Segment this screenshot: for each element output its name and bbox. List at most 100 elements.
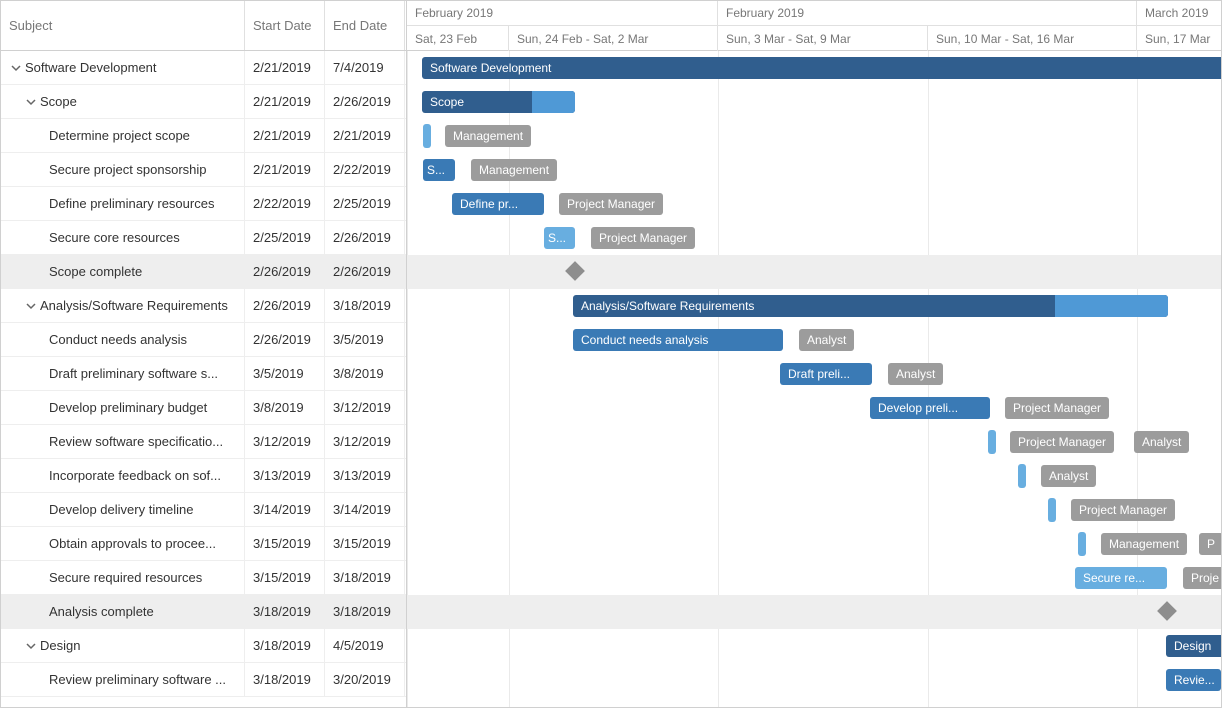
- summary-bar[interactable]: Analysis/Software Requirements: [573, 295, 1168, 317]
- task-start-date: 2/21/2019: [245, 85, 325, 118]
- resource-label: Analyst: [1134, 431, 1189, 453]
- expand-toggle-icon[interactable]: [11, 63, 21, 73]
- column-header-end[interactable]: End Date: [325, 1, 405, 50]
- chart-row: S... Management: [407, 153, 1221, 187]
- table-row[interactable]: Review preliminary software ...3/18/2019…: [1, 663, 406, 697]
- task-subject: Software Development: [25, 60, 157, 75]
- milestone-marker[interactable]: [565, 261, 585, 281]
- task-end-date: 3/8/2019: [325, 357, 405, 390]
- task-end-date: 2/26/2019: [325, 255, 405, 288]
- chart-body[interactable]: Software Development Scope Management S... M…: [407, 51, 1221, 707]
- task-start-date: 3/12/2019: [245, 425, 325, 458]
- task-bar[interactable]: [1048, 498, 1056, 522]
- chart-row: Analysis/Software Requirements: [407, 289, 1221, 323]
- chart-pane: February 2019February 2019March 2019 Sat…: [407, 1, 1221, 707]
- table-row[interactable]: Draft preliminary software s...3/5/20193…: [1, 357, 406, 391]
- gantt-chart: Subject Start Date End Date Software Dev…: [0, 0, 1222, 708]
- time-header-top: February 2019: [407, 1, 718, 25]
- task-start-date: 2/22/2019: [245, 187, 325, 220]
- task-end-date: 3/18/2019: [325, 289, 405, 322]
- task-end-date: 3/12/2019: [325, 425, 405, 458]
- task-bar[interactable]: Develop preli...: [870, 397, 990, 419]
- task-end-date: 2/25/2019: [325, 187, 405, 220]
- table-row[interactable]: Conduct needs analysis2/26/20193/5/2019: [1, 323, 406, 357]
- chart-row: Software Development: [407, 51, 1221, 85]
- task-start-date: 3/8/2019: [245, 391, 325, 424]
- task-bar[interactable]: [988, 430, 996, 454]
- task-end-date: 2/21/2019: [325, 119, 405, 152]
- table-row[interactable]: Secure required resources3/15/20193/18/2…: [1, 561, 406, 595]
- task-bar[interactable]: Revie...: [1166, 669, 1221, 691]
- chart-row: Analyst: [407, 459, 1221, 493]
- task-start-date: 3/13/2019: [245, 459, 325, 492]
- expand-toggle-icon[interactable]: [26, 97, 36, 107]
- column-header-start[interactable]: Start Date: [245, 1, 325, 50]
- task-bar[interactable]: Define pr...: [452, 193, 544, 215]
- task-subject: Review software specificatio...: [49, 434, 223, 449]
- task-subject: Draft preliminary software s...: [49, 366, 218, 381]
- table-row[interactable]: Secure project sponsorship2/21/20192/22/…: [1, 153, 406, 187]
- column-header-subject[interactable]: Subject: [1, 1, 245, 50]
- resource-label: Project Manager: [1005, 397, 1109, 419]
- resource-label: Project Manager: [1071, 499, 1175, 521]
- resource-label: Project Manager: [1010, 431, 1114, 453]
- table-row[interactable]: Secure core resources 2/25/20192/26/2019: [1, 221, 406, 255]
- task-subject: Design: [40, 638, 80, 653]
- task-bar[interactable]: S...: [544, 227, 575, 249]
- summary-bar[interactable]: Design: [1166, 635, 1221, 657]
- resource-label: Proje: [1183, 567, 1221, 589]
- task-bar[interactable]: Draft preli...: [780, 363, 872, 385]
- chart-timeline-header: February 2019February 2019March 2019 Sat…: [407, 1, 1221, 51]
- task-start-date: 2/25/2019: [245, 221, 325, 254]
- task-end-date: 7/4/2019: [325, 51, 405, 84]
- table-row[interactable]: Define preliminary resources2/22/20192/2…: [1, 187, 406, 221]
- resource-label: Management: [471, 159, 557, 181]
- table-row[interactable]: Develop delivery timeline3/14/20193/14/2…: [1, 493, 406, 527]
- table-row[interactable]: Scope2/21/20192/26/2019: [1, 85, 406, 119]
- table-row[interactable]: Scope complete2/26/20192/26/2019: [1, 255, 406, 289]
- chart-row: S... Project Manager: [407, 221, 1221, 255]
- resource-label: Management: [1101, 533, 1187, 555]
- task-subject: Scope complete: [49, 264, 142, 279]
- expand-toggle-icon[interactable]: [26, 301, 36, 311]
- task-end-date: 3/20/2019: [325, 663, 405, 696]
- resource-label: Project Manager: [591, 227, 695, 249]
- task-bar[interactable]: Secure re...: [1075, 567, 1167, 589]
- table-row[interactable]: Analysis complete3/18/20193/18/2019: [1, 595, 406, 629]
- task-end-date: 4/5/2019: [325, 629, 405, 662]
- task-bar[interactable]: [1078, 532, 1086, 556]
- task-bar[interactable]: [1018, 464, 1026, 488]
- time-header-bottom: Sun, 3 Mar - Sat, 9 Mar: [718, 26, 928, 51]
- table-row[interactable]: Incorporate feedback on sof...3/13/20193…: [1, 459, 406, 493]
- grid-body: Software Development2/21/20197/4/2019Sco…: [1, 51, 406, 707]
- task-end-date: 3/12/2019: [325, 391, 405, 424]
- time-header-bottom: Sat, 23 Feb: [407, 26, 509, 51]
- resource-label: P: [1199, 533, 1221, 555]
- task-subject: Secure core resources: [49, 230, 180, 245]
- expand-toggle-icon[interactable]: [26, 641, 36, 651]
- table-row[interactable]: Obtain approvals to procee...3/15/20193/…: [1, 527, 406, 561]
- task-start-date: 3/14/2019: [245, 493, 325, 526]
- summary-bar[interactable]: Software Development: [422, 57, 1221, 79]
- task-subject: Review preliminary software ...: [49, 672, 226, 687]
- table-row[interactable]: Design3/18/20194/5/2019: [1, 629, 406, 663]
- table-row[interactable]: Determine project scope2/21/20192/21/201…: [1, 119, 406, 153]
- chart-row: Draft preli...Analyst: [407, 357, 1221, 391]
- task-end-date: 3/18/2019: [325, 595, 405, 628]
- grid-header: Subject Start Date End Date: [1, 1, 406, 51]
- chart-row: Revie...: [407, 663, 1221, 697]
- task-bar[interactable]: Conduct needs analysis: [573, 329, 783, 351]
- task-end-date: 2/26/2019: [325, 221, 405, 254]
- table-row[interactable]: Analysis/Software Requirements2/26/20193…: [1, 289, 406, 323]
- chart-row: Conduct needs analysisAnalyst: [407, 323, 1221, 357]
- task-start-date: 3/15/2019: [245, 527, 325, 560]
- table-row[interactable]: Review software specificatio... 3/12/2019…: [1, 425, 406, 459]
- resource-label: Management: [445, 125, 531, 147]
- milestone-marker[interactable]: [1157, 601, 1177, 621]
- table-row[interactable]: Develop preliminary budget3/8/20193/12/2…: [1, 391, 406, 425]
- summary-bar[interactable]: Scope: [422, 91, 575, 113]
- task-bar[interactable]: [423, 124, 431, 148]
- table-row[interactable]: Software Development2/21/20197/4/2019: [1, 51, 406, 85]
- task-bar[interactable]: S...: [423, 159, 455, 181]
- task-start-date: 2/26/2019: [245, 289, 325, 322]
